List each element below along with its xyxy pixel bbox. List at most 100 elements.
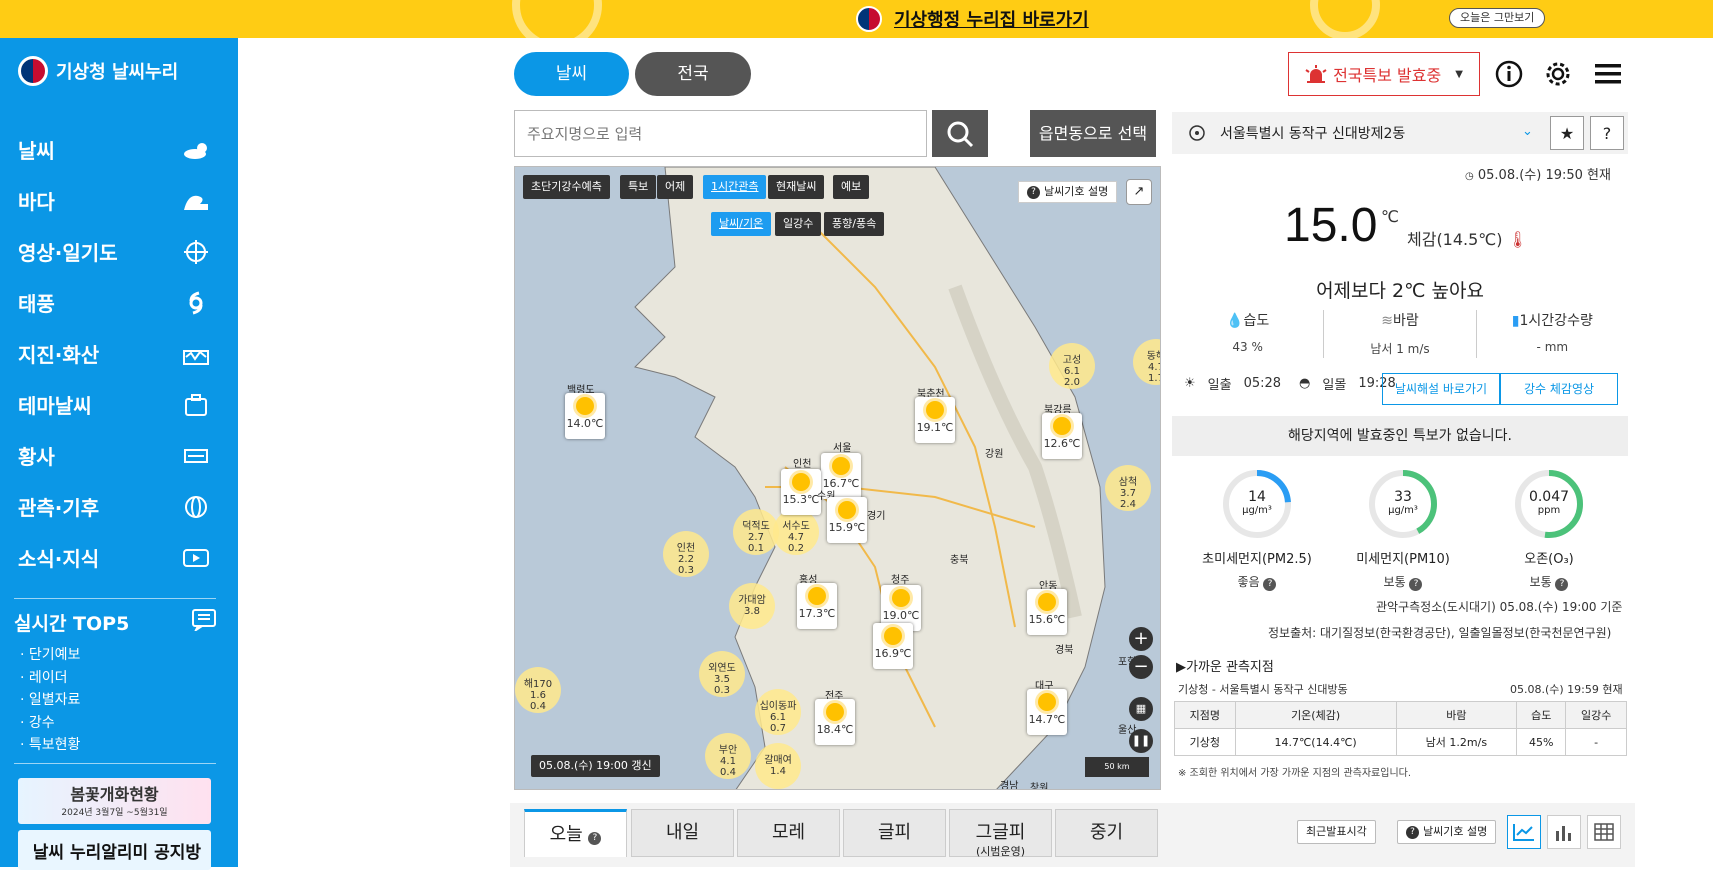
chevron-down-icon: ⌄ xyxy=(1522,124,1533,139)
wind-marker-name: 고성 xyxy=(1062,355,1082,366)
observation-time-label: 05.08.(수) 19:50 현재 xyxy=(1477,168,1611,183)
zoom-out-button[interactable]: − xyxy=(1129,655,1153,679)
weather-map[interactable]: 초단기강수예측 특보 어제 1시간관측 현재날씨 예보 날씨/기온 일강수 풍향… xyxy=(514,166,1161,790)
station-marker[interactable]: 15.3℃ xyxy=(781,469,821,515)
nav-item-earthquake[interactable]: 지진·화산 xyxy=(0,328,238,379)
region-select-button[interactable]: 읍면동으로 선택 xyxy=(1030,110,1156,157)
station-marker[interactable]: 16.9℃ xyxy=(873,623,913,669)
wind-marker[interactable]: 부안 4.1 0.4 xyxy=(705,733,751,779)
station-marker[interactable]: 14.7℃ xyxy=(1027,689,1067,735)
weather-commentary-button[interactable]: 날씨해설 바로가기 xyxy=(1382,373,1500,405)
nav-item-weather[interactable]: 날씨 xyxy=(0,124,238,175)
top5-item[interactable]: · 단기예보 xyxy=(14,644,216,667)
station-marker[interactable]: 17.3℃ xyxy=(797,583,837,629)
map-tab-alert[interactable]: 특보 xyxy=(620,175,657,199)
station-marker[interactable]: 18.4℃ xyxy=(815,699,855,745)
nav-item-theme[interactable]: 테마날씨 xyxy=(0,379,238,430)
map-tab-hourly[interactable]: 1시간관측 xyxy=(703,175,767,199)
wind-marker[interactable]: 서수도 4.7 0.2 xyxy=(773,509,819,555)
gear-icon[interactable] xyxy=(1542,58,1574,90)
station-marker[interactable]: 15.9℃ xyxy=(827,497,867,543)
station-temp: 12.6℃ xyxy=(1043,437,1081,450)
question-icon[interactable]: ? xyxy=(1555,578,1569,591)
promo-flower-banner[interactable]: 봄꽃개화현황 2024년 3월7일 ~5월31일 xyxy=(18,778,211,824)
top5-item[interactable]: · 강수 xyxy=(14,712,216,735)
site-logo[interactable]: 기상청 날씨누리 xyxy=(18,56,178,86)
info-icon[interactable] xyxy=(1493,58,1525,90)
wind-marker-wave: 0.7 xyxy=(770,723,786,734)
nav-item-sea[interactable]: 바다 xyxy=(0,175,238,226)
map-tab-forecast[interactable]: 예보 xyxy=(833,175,870,199)
promo-notice-banner[interactable]: 날씨 누리알리미 공지방 xyxy=(18,830,211,870)
nav-item-yellow-dust[interactable]: 황사 xyxy=(0,430,238,481)
wind-marker[interactable]: 갈매여 1.4 xyxy=(755,743,801,789)
graph-view-icon[interactable] xyxy=(1507,815,1541,849)
recent-release-button[interactable]: 최근발표시각 xyxy=(1297,820,1376,844)
rain-video-button[interactable]: 강수 체감영상 xyxy=(1500,373,1618,405)
station-marker[interactable]: 12.6℃ xyxy=(1042,413,1082,459)
sun-times: ☀ 일출 05:28 ◓ 일몰 19:28 xyxy=(1184,374,1396,393)
nav-item-satellite[interactable]: 영상·일기도 xyxy=(0,226,238,277)
wind-marker[interactable]: 인천 2.2 0.3 xyxy=(663,531,709,577)
menu-icon[interactable] xyxy=(1592,58,1624,90)
tab-today[interactable]: 오늘 ? xyxy=(524,809,627,857)
question-icon[interactable]: ? xyxy=(588,832,602,845)
expand-icon[interactable]: ↗ xyxy=(1126,179,1152,205)
tab-fourth-day[interactable]: 그글피 (시범운영) xyxy=(949,809,1052,857)
forecast-tabs: 오늘 ? 내일 모레 글피 그글피 (시범운영) 중기 xyxy=(510,803,1162,867)
list-icon[interactable] xyxy=(192,609,216,636)
search-input[interactable] xyxy=(514,110,927,157)
station-marker[interactable]: 19.1℃ xyxy=(915,397,955,443)
national-alert-button[interactable]: 전국특보 발효중 ▼ xyxy=(1288,52,1480,96)
map-subtab-temp[interactable]: 날씨/기온 xyxy=(711,212,772,236)
tab-national[interactable]: 전국 xyxy=(635,52,751,96)
table-header: 지점명 xyxy=(1174,701,1236,729)
nav-item-typhoon[interactable]: 태풍 xyxy=(0,277,238,328)
bar-chart-icon[interactable] xyxy=(1547,815,1581,849)
wind-marker-wave: 1.7 xyxy=(1148,373,1160,384)
map-subtab-wind[interactable]: 풍향/풍속 xyxy=(824,212,885,236)
wind-marker[interactable]: 외연도 3.5 0.3 xyxy=(699,651,745,697)
station-marker[interactable]: 14.0℃ xyxy=(565,393,605,439)
wind-metric: ≋바람 남서 1 m/s xyxy=(1324,310,1477,358)
station-marker[interactable]: 15.6℃ xyxy=(1027,589,1067,635)
thermometer-icon: 🌡 xyxy=(1507,230,1528,249)
tab-third-day[interactable]: 글피 xyxy=(843,809,946,857)
wind-marker[interactable]: 십이동파 6.1 0.7 xyxy=(755,689,801,735)
tab-weather[interactable]: 날씨 xyxy=(514,52,629,96)
tab-day-after[interactable]: 모레 xyxy=(737,809,840,857)
admin-site-link[interactable]: 기상행정 누리집 바로가기 xyxy=(856,6,1089,32)
air-quality-pm25[interactable]: 14 μg/m³ 초미세먼지(PM2.5) 좋음 ? xyxy=(1192,468,1322,591)
map-subtab-rain[interactable]: 일강수 xyxy=(775,212,822,236)
tab-midterm[interactable]: 중기 xyxy=(1055,809,1158,857)
air-quality-ozone[interactable]: 0.047 ppm 오존(O₃) 보통 ? xyxy=(1484,468,1614,591)
air-quality-pm10[interactable]: 33 μg/m³ 미세먼지(PM10) 보통 ? xyxy=(1338,468,1468,591)
wind-marker[interactable]: 삼척 3.7 2.4 xyxy=(1105,465,1151,511)
help-icon[interactable]: ? xyxy=(1590,116,1624,150)
tab-tomorrow[interactable]: 내일 xyxy=(631,809,734,857)
map-tab-current[interactable]: 현재날씨 xyxy=(768,175,825,199)
question-icon[interactable]: ? xyxy=(1409,578,1423,591)
nav-item-observation[interactable]: 관측·기후 xyxy=(0,481,238,532)
map-tab-yesterday[interactable]: 어제 xyxy=(657,175,694,199)
wind-marker[interactable]: 고성 6.1 2.0 xyxy=(1049,343,1095,389)
top5-item[interactable]: · 일별자료 xyxy=(14,689,216,712)
search-button[interactable] xyxy=(932,110,988,157)
pause-icon[interactable]: ❚❚ xyxy=(1129,729,1153,753)
symbol-legend-button[interactable]: ? 날씨기호 설명 xyxy=(1397,820,1497,844)
table-view-icon[interactable] xyxy=(1587,815,1621,849)
top5-item[interactable]: · 특보현황 xyxy=(14,734,216,757)
legend-button[interactable]: ? 날씨기호 설명 xyxy=(1018,181,1118,203)
top5-item[interactable]: · 레이더 xyxy=(14,667,216,690)
wind-marker[interactable]: 가대암 3.8 xyxy=(729,583,775,629)
observation-time: ◷ 05.08.(수) 19:50 현재 xyxy=(1465,164,1611,183)
map-tab-nowcast[interactable]: 초단기강수예측 xyxy=(523,175,610,199)
favorite-star-icon[interactable]: ★ xyxy=(1550,116,1584,150)
zoom-in-button[interactable]: + xyxy=(1129,627,1153,651)
close-today-button[interactable]: 오늘은 그만보기 xyxy=(1449,8,1546,28)
wind-marker[interactable]: 해170 1.6 0.4 xyxy=(515,667,561,713)
sun-icon xyxy=(884,627,902,645)
nav-item-news[interactable]: 소식·지식 xyxy=(0,532,238,583)
layer-icon[interactable]: ▦ xyxy=(1129,697,1153,721)
question-icon[interactable]: ? xyxy=(1263,578,1277,591)
